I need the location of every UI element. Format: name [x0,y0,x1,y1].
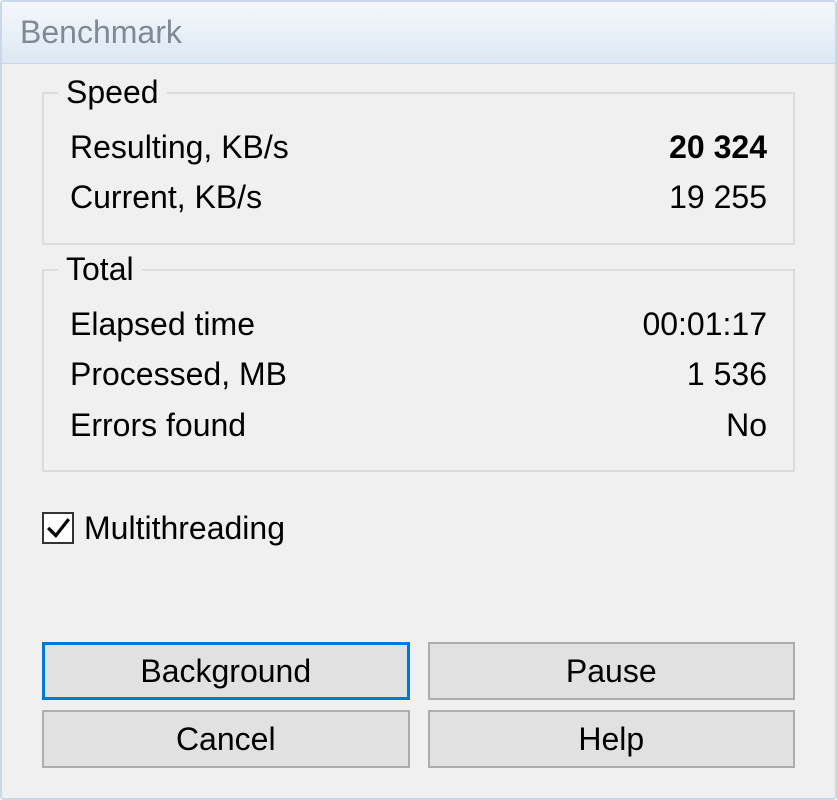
checkmark-icon [42,512,74,544]
total-errors-label: Errors found [70,402,246,448]
speed-resulting-value: 20 324 [669,124,767,170]
benchmark-dialog: Benchmark Speed Resulting, KB/s 20 324 C… [0,0,837,800]
total-elapsed-value: 00:01:17 [642,301,767,347]
window-title: Benchmark [20,14,182,51]
speed-current-label: Current, KB/s [70,174,262,220]
help-button[interactable]: Help [428,710,796,768]
total-processed-value: 1 536 [687,351,767,397]
speed-resulting-row: Resulting, KB/s 20 324 [70,124,767,170]
total-elapsed-row: Elapsed time 00:01:17 [70,301,767,347]
total-legend: Total [58,251,142,288]
multithreading-checkbox[interactable]: Multithreading [42,510,795,547]
background-button[interactable]: Background [42,642,410,700]
cancel-button[interactable]: Cancel [42,710,410,768]
total-errors-value: No [726,402,767,448]
client-area: Speed Resulting, KB/s 20 324 Current, KB… [2,64,835,798]
speed-legend: Speed [58,74,167,111]
pause-button[interactable]: Pause [428,642,796,700]
titlebar[interactable]: Benchmark [2,2,835,64]
total-processed-row: Processed, MB 1 536 [70,351,767,397]
total-elapsed-label: Elapsed time [70,301,255,347]
button-row: Background Pause Cancel Help [42,642,795,768]
speed-current-value: 19 255 [669,174,767,220]
speed-group: Speed Resulting, KB/s 20 324 Current, KB… [42,92,795,245]
multithreading-label: Multithreading [84,510,285,547]
speed-resulting-label: Resulting, KB/s [70,124,289,170]
total-processed-label: Processed, MB [70,351,287,397]
total-group: Total Elapsed time 00:01:17 Processed, M… [42,269,795,472]
speed-current-row: Current, KB/s 19 255 [70,174,767,220]
total-errors-row: Errors found No [70,402,767,448]
